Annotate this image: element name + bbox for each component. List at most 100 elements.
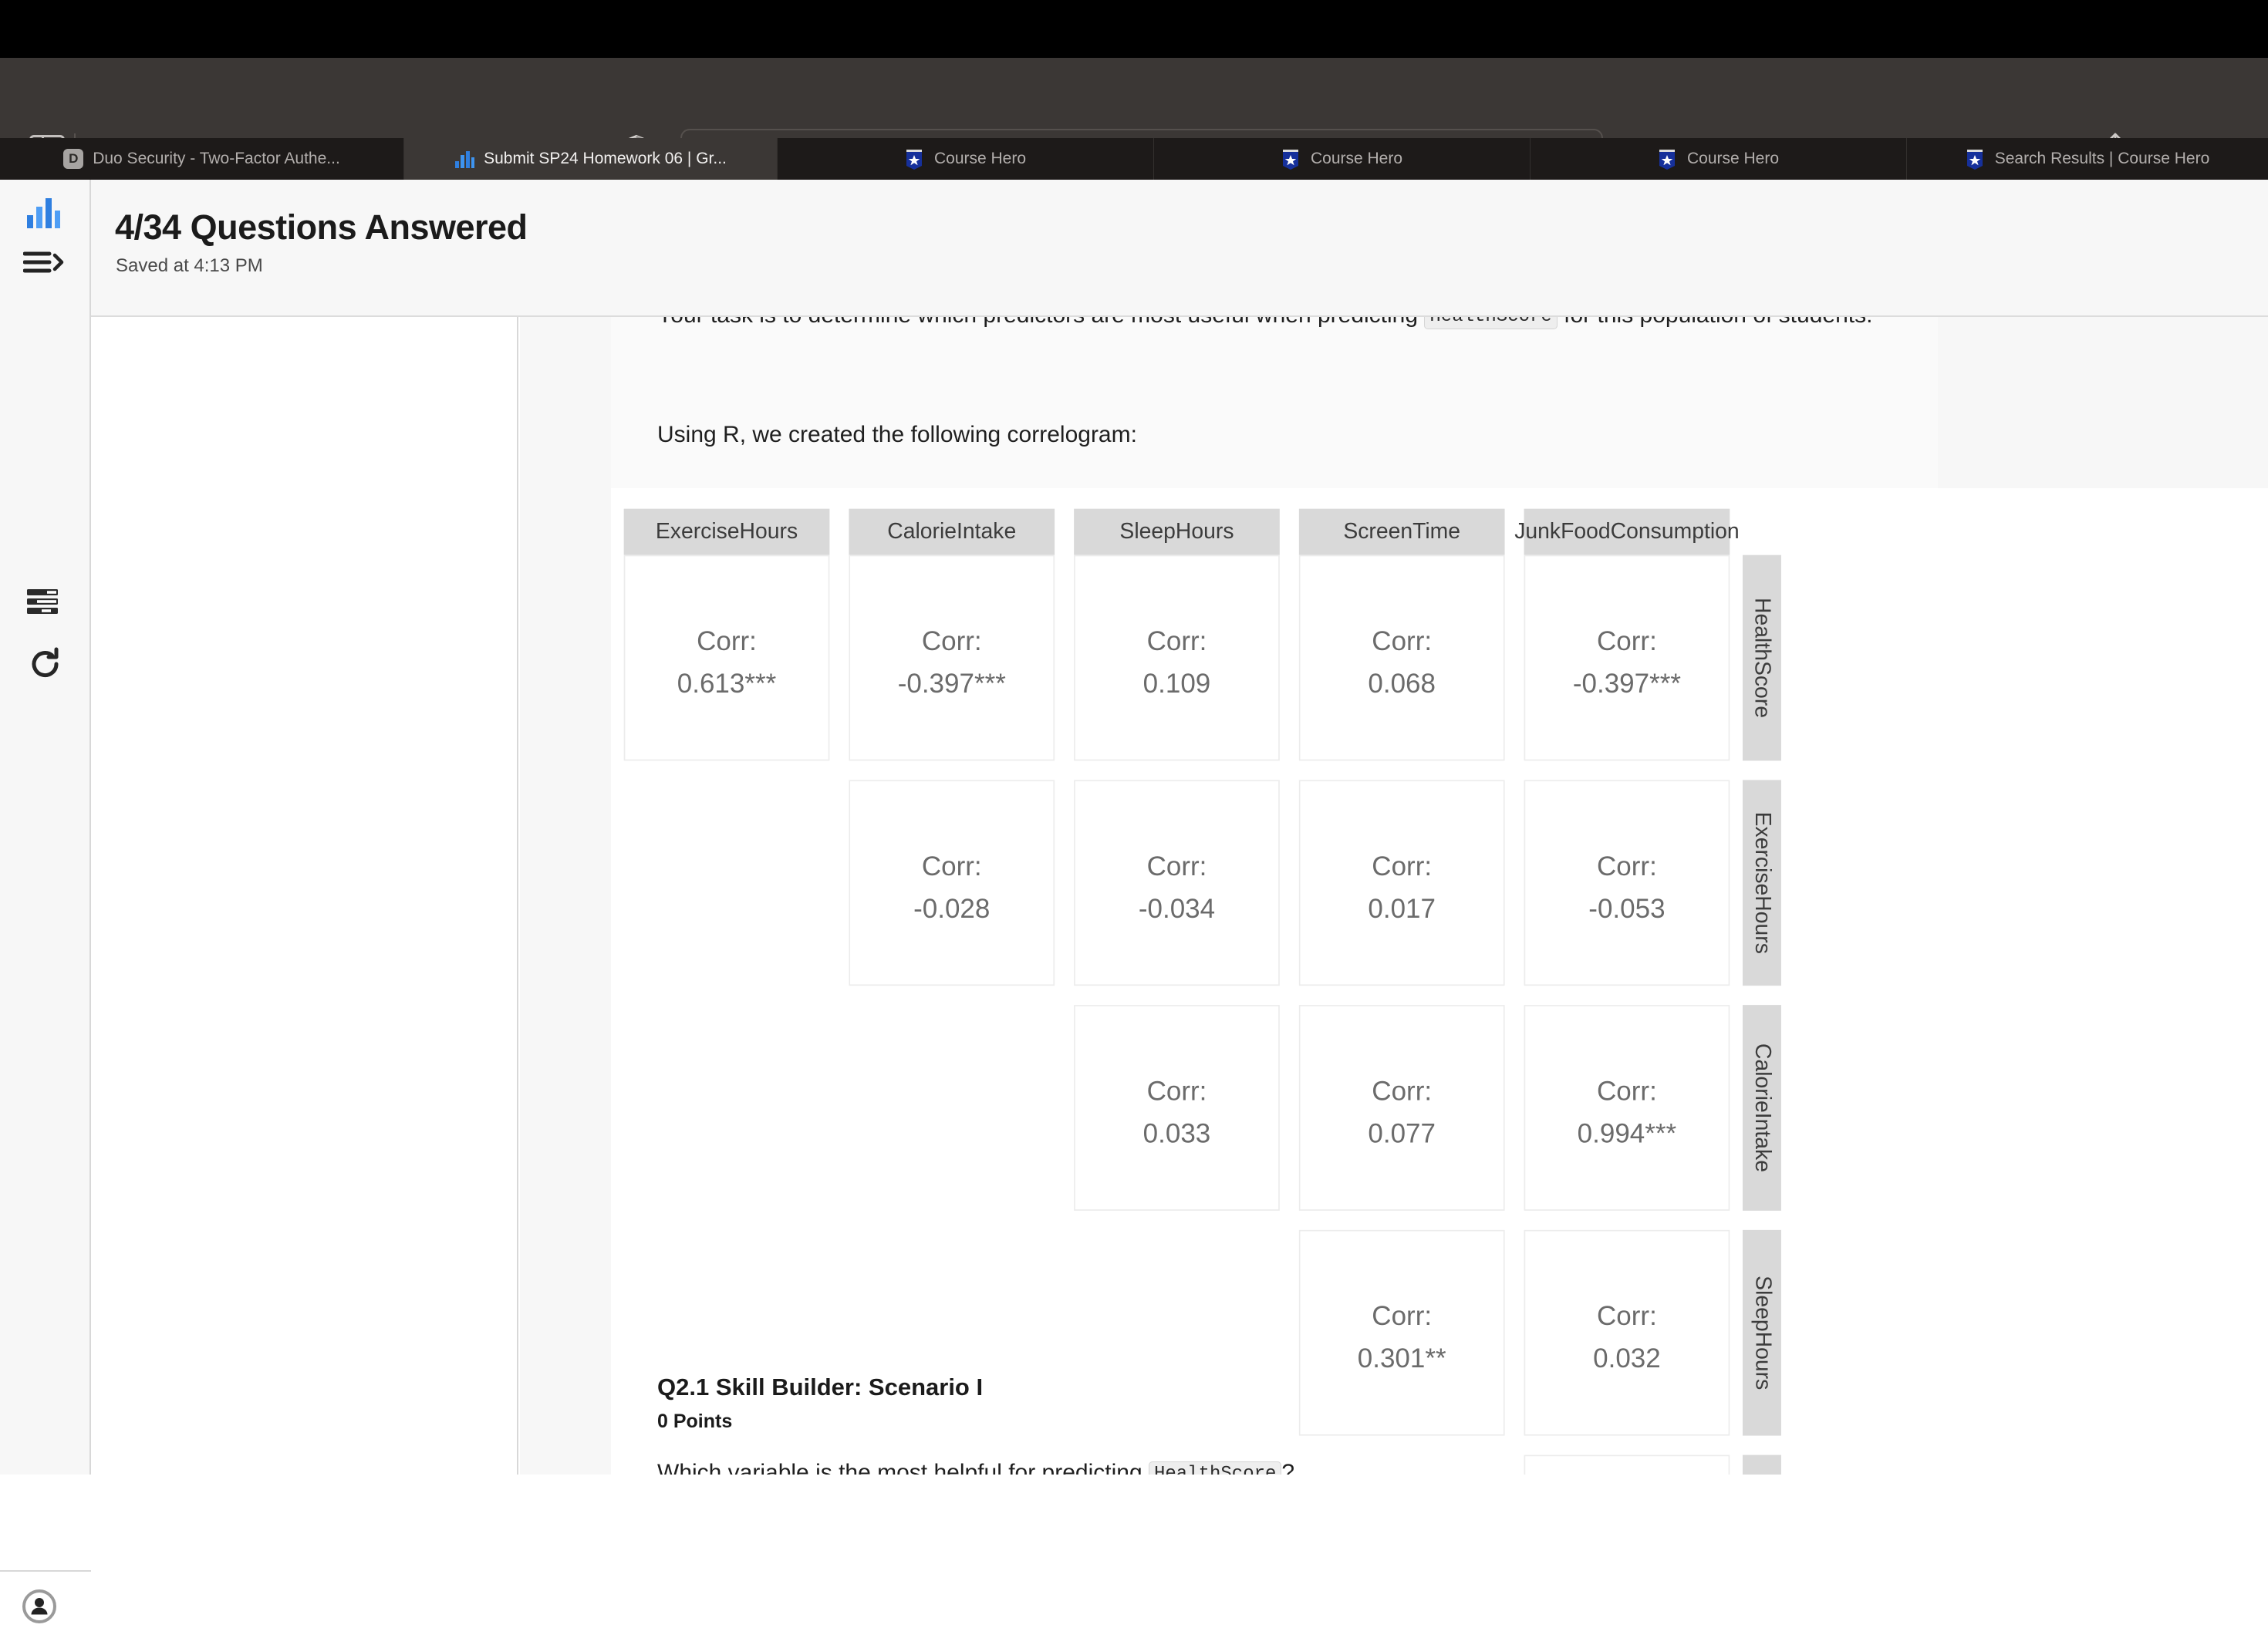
coursehero-favicon-icon [1281, 149, 1301, 170]
browser-tab[interactable]: Search Results | Course Hero [1907, 138, 2268, 180]
corr-value: 0.613*** [677, 669, 777, 699]
corr-label: Corr: [921, 851, 982, 882]
correlogram-cell: Corr: -0.028 [849, 780, 1055, 986]
correlogram-cell: Corr: -0.034 [1074, 780, 1280, 986]
corr-value: 0.077 [1368, 1119, 1436, 1149]
browser-tab[interactable]: Course Hero [778, 138, 1154, 180]
question-prompt-before: Which variable is the most helpful for p… [657, 1460, 1149, 1475]
corr-label: Corr: [1597, 627, 1657, 657]
browser-tab[interactable]: Course Hero [1531, 138, 1907, 180]
correlogram-figure: ExerciseHours CalorieIntake SleepHours S… [611, 488, 2268, 1475]
coursehero-favicon-icon [1658, 149, 1678, 170]
correlogram-col-header: ExerciseHours [623, 508, 830, 555]
corr-value: 0.032 [1593, 1344, 1661, 1374]
corr-value: 0.033 [1142, 1119, 1211, 1149]
corr-value: 0.994*** [1577, 1119, 1677, 1149]
row-header-label: ExerciseHours [1750, 811, 1775, 954]
tab-label: Duo Security - Two-Factor Authe... [93, 150, 340, 167]
corr-label: Corr: [1597, 1302, 1657, 1332]
inline-code-healthscore: HealthScore [1424, 317, 1558, 329]
correlogram-row-header: SleepHours [1742, 1229, 1781, 1436]
corr-label: Corr: [1146, 1077, 1207, 1107]
correlogram-col-header: SleepHours [1074, 508, 1280, 555]
corr-label: Corr: [1372, 851, 1433, 882]
paragraph-task-text-before: Your task is to determine which predicto… [657, 317, 1424, 328]
gradescope-logo-icon[interactable] [26, 197, 62, 229]
tab-bar: D Duo Security - Two-Factor Authe... Sub… [0, 138, 2268, 180]
question-prompt-after: ? [1281, 1460, 1295, 1475]
correlogram-cell: Corr: 0.109 [1074, 554, 1280, 761]
document-page: Your task is to determine which predicto… [611, 317, 2268, 1475]
paragraph-task-text-after: for this population of students. [1558, 317, 1872, 328]
page-header: 4/34 Questions Answered Saved at 4:13 PM [91, 180, 2268, 317]
corr-value: 0.301** [1357, 1344, 1446, 1374]
tab-label: Search Results | Course Hero [1994, 150, 2210, 167]
row-header-label: HealthScore [1750, 598, 1775, 719]
tab-label: Course Hero [1310, 150, 1403, 167]
paragraph-task: Your task is to determine which predicto… [657, 317, 1892, 335]
corr-value: 0.017 [1368, 894, 1436, 925]
corr-label: Corr: [697, 627, 757, 657]
corr-value: 0.068 [1368, 669, 1436, 699]
correlogram-cell: Corr: -0.053 [1524, 780, 1730, 986]
rail-divider [0, 1570, 91, 1572]
correlogram-cell: Corr: 0.017 [1298, 780, 1505, 986]
corr-label: Corr: [1372, 627, 1433, 657]
corr-value: -0.397*** [1572, 669, 1681, 699]
document-pane: Your task is to determine which predicto… [520, 317, 2268, 1475]
row-header-label: CalorieIntake [1750, 1043, 1775, 1172]
browser-tab[interactable]: Course Hero [1154, 138, 1531, 180]
correlogram-cell: Corr: 0.033 [1074, 1005, 1280, 1211]
corr-label: Corr: [1146, 851, 1207, 882]
correlogram-col-header: CalorieIntake [849, 508, 1055, 555]
correlogram-cell: Corr: 0.068 [1298, 554, 1505, 761]
window-title-strip [0, 0, 2268, 58]
duo-favicon-icon: D [63, 149, 84, 169]
correlogram-row-header: ExerciseHours [1742, 780, 1781, 986]
menu-expand-icon[interactable] [22, 249, 65, 275]
correlogram-col-header: ScreenTime [1298, 508, 1505, 555]
corr-label: Corr: [1372, 1302, 1433, 1332]
corr-value: -0.397*** [897, 669, 1006, 699]
correlogram-cell: Corr: -0.397*** [849, 554, 1055, 761]
corr-value: -0.028 [913, 894, 991, 925]
saved-status: Saved at 4:13 PM [116, 255, 263, 276]
correlogram-row-header: ScreenTime [1742, 1454, 1781, 1475]
row-header-label: SleepHours [1750, 1276, 1775, 1390]
tab-label: Submit SP24 Homework 06 | Gr... [484, 150, 727, 167]
coursehero-favicon-icon [905, 149, 925, 170]
account-avatar-icon[interactable] [22, 1589, 57, 1624]
correlogram-col-header: JunkFoodConsumption [1514, 508, 1740, 555]
outline-icon[interactable] [26, 588, 63, 615]
corr-label: Corr: [921, 627, 982, 657]
tab-label: Course Hero [933, 150, 1027, 167]
question-outline-pane[interactable] [91, 317, 518, 1475]
inline-code-healthscore: HealthScore [1148, 1461, 1282, 1475]
gradescope-favicon-icon [454, 149, 475, 169]
correlogram-cell: Corr: 0.032 [1524, 1229, 1730, 1436]
browser-tab[interactable]: D Duo Security - Two-Factor Authe... [0, 138, 404, 180]
corr-value: -0.053 [1588, 894, 1666, 925]
page-title: 4/34 Questions Answered [115, 207, 528, 247]
corr-label: Corr: [1597, 851, 1657, 882]
corr-label: Corr: [1372, 1077, 1433, 1107]
corr-value: -0.034 [1138, 894, 1216, 925]
correlogram-row-header: CalorieIntake [1742, 1005, 1781, 1211]
refresh-icon[interactable] [29, 646, 62, 680]
question-prompt: Which variable is the most helpful for p… [657, 1460, 1294, 1475]
browser-toolbar: ⌄ ‹ › gradescope.com A 文 [0, 58, 2268, 177]
content-area: Your task is to determine which predicto… [91, 317, 2268, 1475]
correlogram-cell: Corr: 0.071 [1524, 1454, 1730, 1475]
coursehero-favicon-icon [1966, 149, 1986, 170]
correlogram-cell: Corr: -0.397*** [1524, 554, 1730, 761]
correlogram-row-header: HealthScore [1742, 554, 1781, 761]
corr-label: Corr: [1597, 1077, 1657, 1107]
tab-label: Course Hero [1686, 150, 1780, 167]
question-title: Q2.1 Skill Builder: Scenario I [657, 1374, 984, 1400]
correlogram-cell: Corr: 0.077 [1298, 1005, 1505, 1211]
browser-tab-active[interactable]: Submit SP24 Homework 06 | Gr... [404, 138, 778, 180]
correlogram-cell: Corr: 0.301** [1298, 1229, 1505, 1436]
corr-label: Corr: [1146, 627, 1207, 657]
paragraph-correlogram: Using R, we created the following correl… [657, 422, 1137, 447]
correlogram-cell: Corr: 0.613*** [623, 554, 830, 761]
